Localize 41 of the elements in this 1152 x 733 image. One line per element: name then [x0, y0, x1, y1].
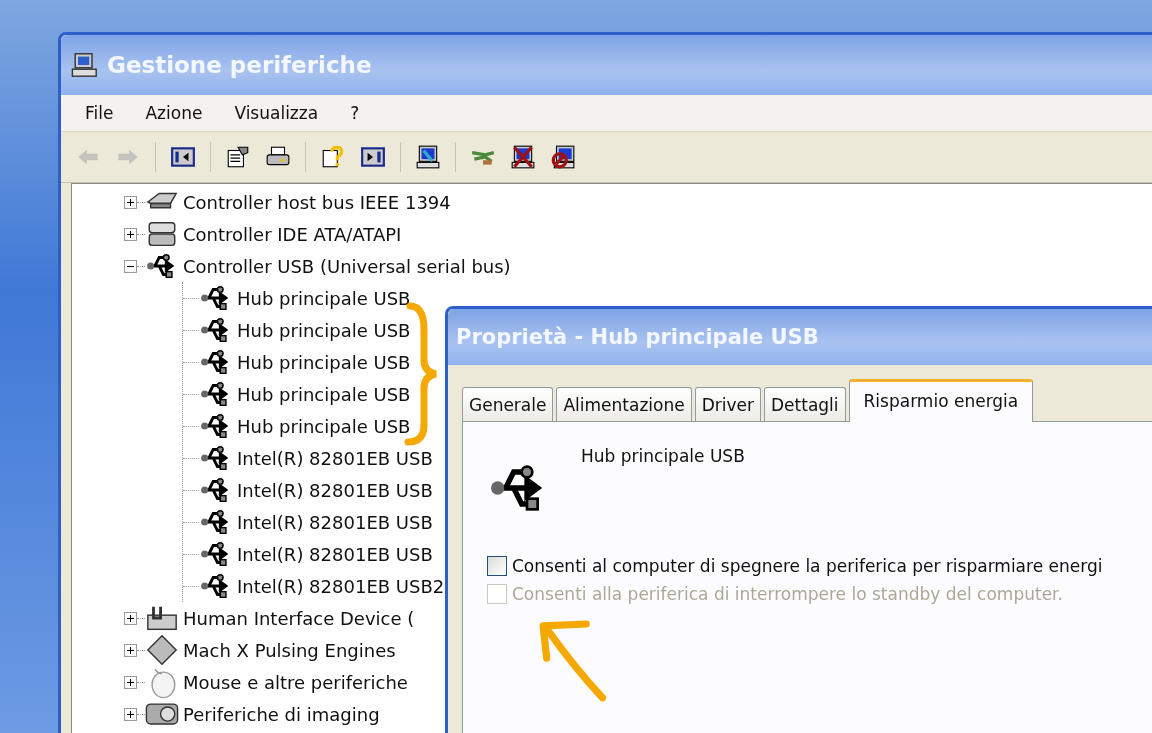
menu-item[interactable]: File: [69, 99, 130, 127]
checkbox-label: Consenti al computer di spegnere la periferica per risparmiare energi: [512, 556, 1103, 576]
tree-item-label[interactable]: Periferiche di imaging: [183, 703, 380, 725]
tab[interactable]: Alimentazione: [556, 387, 692, 421]
tab[interactable]: Dettagli: [764, 387, 846, 421]
expander-icon[interactable]: [124, 707, 137, 721]
checkbox[interactable]: [487, 556, 507, 576]
tree-item-label[interactable]: Mach X Pulsing Engines: [183, 639, 396, 661]
menu-item[interactable]: Azione: [129, 99, 219, 127]
checkbox-label: Consenti alla periferica di interrompere lo standby del computer.: [512, 584, 1063, 604]
tree-item-label[interactable]: Intel(R) 82801EB USB: [237, 511, 433, 533]
tree-item-label[interactable]: Intel(R) 82801EB USB: [237, 543, 433, 565]
expander-icon[interactable]: [124, 227, 137, 241]
expander-icon[interactable]: [124, 675, 137, 689]
tree-item-label[interactable]: Human Interface Device (: [183, 607, 415, 629]
expander-icon[interactable]: [124, 611, 137, 625]
window-title: Gestione periferiche: [107, 52, 372, 78]
menu-item[interactable]: ?: [334, 99, 376, 127]
device-name: Hub principale USB: [581, 446, 745, 466]
tree-item-label[interactable]: Hub principale USB: [237, 383, 411, 405]
menu-item[interactable]: Visualizza: [218, 99, 335, 127]
tree-item-label[interactable]: Controller host bus IEEE 1394: [183, 191, 451, 213]
tab[interactable]: Generale: [462, 387, 554, 421]
expander-icon[interactable]: [124, 195, 137, 209]
tree-item-label[interactable]: Intel(R) 82801EB USB: [237, 479, 433, 501]
expander-icon[interactable]: [124, 259, 137, 273]
tree-item-label[interactable]: Intel(R) 82801EB USB2: [237, 575, 445, 597]
tree-item-label[interactable]: Controller IDE ATA/ATAPI: [183, 223, 402, 245]
computer-icon: [71, 51, 99, 79]
tab[interactable]: Driver: [694, 387, 761, 421]
tree-item-label[interactable]: Hub principale USB: [237, 415, 411, 437]
dialog-title: Proprietà - Hub principale USB: [456, 325, 819, 349]
tree-item-label[interactable]: Controller USB (Universal serial bus): [183, 255, 511, 277]
tab[interactable]: Risparmio energia: [848, 379, 1034, 422]
tree-item-label[interactable]: Intel(R) 82801EB USB: [237, 447, 433, 469]
diamond-icon: [145, 633, 179, 667]
tree-item-label[interactable]: Mouse e altre periferiche: [183, 671, 408, 693]
expander-icon[interactable]: [124, 643, 137, 657]
tree-item-label[interactable]: Hub principale USB: [237, 319, 411, 341]
tree-item-label[interactable]: Hub principale USB: [237, 351, 411, 373]
tree-item-label[interactable]: Hub principale USB: [237, 287, 411, 309]
